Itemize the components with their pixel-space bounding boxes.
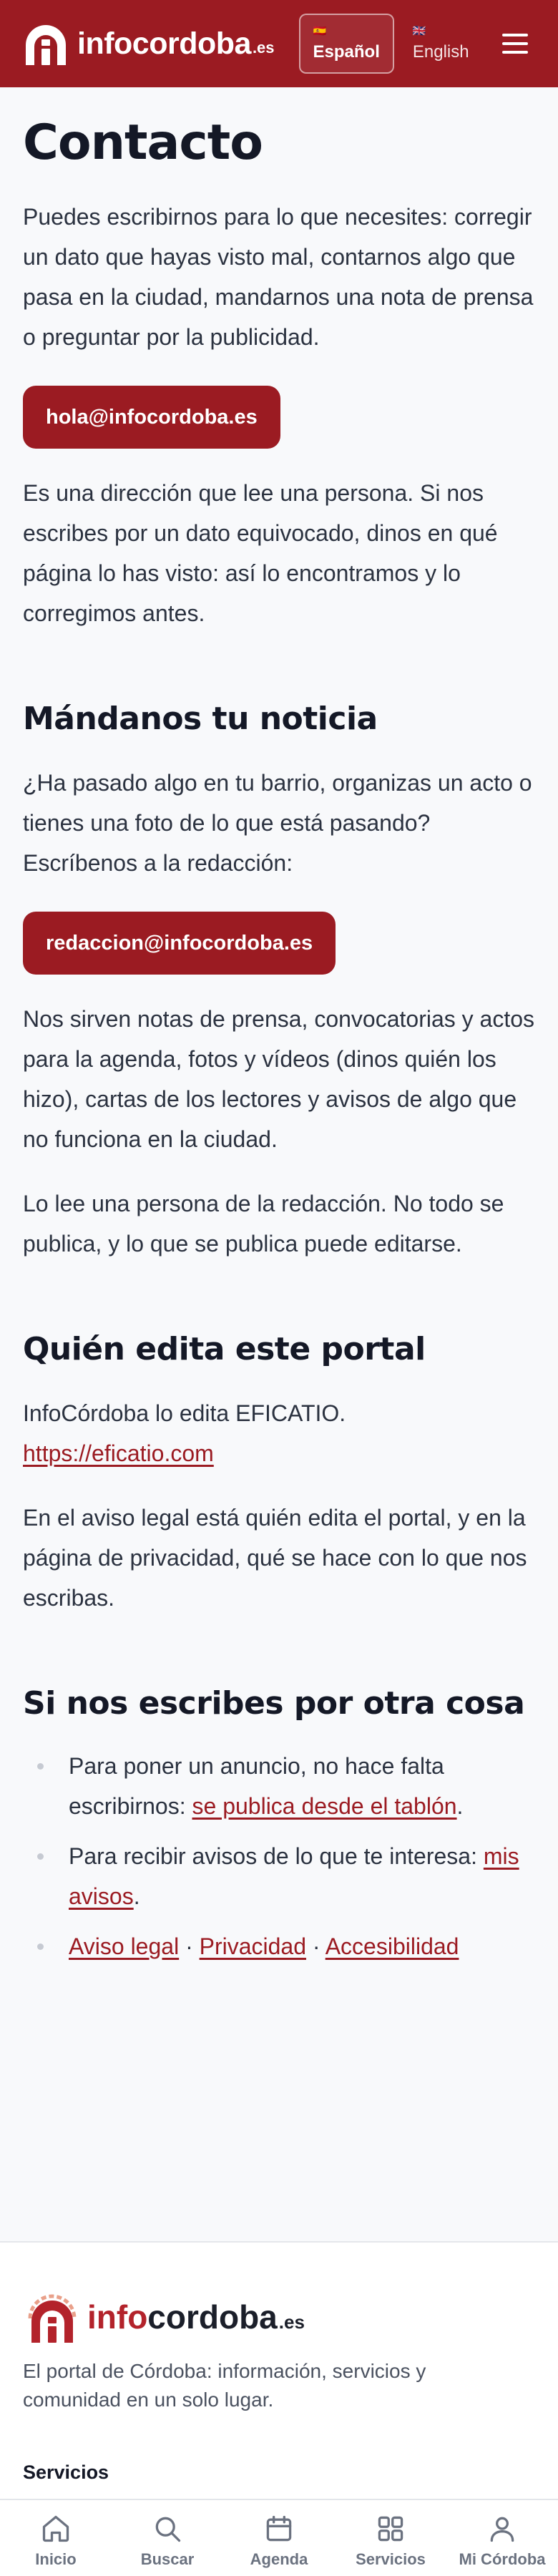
- search-icon: [155, 2517, 181, 2542]
- uk-flag-icon: 🇬🇧: [412, 25, 426, 37]
- site-logo[interactable]: infocordoba .es: [21, 19, 275, 69]
- newsroom-email-button[interactable]: redaccion@infocordoba.es: [23, 912, 336, 975]
- page-title: Contacto: [23, 114, 263, 171]
- alerts-text: Para recibir avisos de lo que te interes…: [69, 1843, 484, 1869]
- news-text: ¿Ha pasado algo en tu barrio, organizas …: [23, 770, 532, 876]
- footer-logo-arch-icon: [28, 2294, 77, 2343]
- home-icon: [42, 2515, 69, 2542]
- grid-icon: [378, 2516, 403, 2542]
- link-separator: ·: [179, 1933, 200, 1959]
- editor-heading: Quién edita este portal: [23, 1331, 426, 1367]
- editor-text: InfoCórdoba lo edita EFICATIO. https://e…: [23, 1393, 535, 1473]
- language-option-es[interactable]: 🇪🇸 Español: [298, 14, 394, 74]
- legal-notice-link[interactable]: Aviso legal: [69, 1933, 179, 1959]
- main-content: Contacto Puedes escribirnos para lo que …: [0, 87, 558, 1976]
- alerts-end-punct: .: [133, 1883, 140, 1909]
- contact-email-button[interactable]: hola@infocordoba.es: [23, 386, 280, 449]
- footer-services-heading: Servicios: [23, 2462, 109, 2483]
- tab-label: Agenda: [250, 2550, 308, 2568]
- hamburger-menu-icon[interactable]: [494, 22, 537, 65]
- user-icon: [490, 2517, 514, 2542]
- tab-servicios[interactable]: Servicios: [335, 2500, 446, 2576]
- link-separator: ·: [306, 1933, 326, 1959]
- tab-inicio[interactable]: Inicio: [0, 2500, 112, 2576]
- tab-label: Mi Córdoba: [459, 2550, 546, 2568]
- intro-text: Puedes escribirnos para lo que necesites…: [23, 204, 534, 350]
- spain-flag-icon: 🇪🇸: [313, 25, 327, 37]
- editor-website-link[interactable]: https://eficatio.com: [23, 1440, 214, 1466]
- editor-name-text: InfoCórdoba lo edita EFICATIO.: [23, 1400, 346, 1426]
- footer-tagline: El portal de Córdoba: información, servi…: [23, 2360, 426, 2411]
- tab-label: Buscar: [140, 2550, 195, 2568]
- language-switcher: 🇪🇸 Español 🇬🇧 English: [298, 14, 482, 74]
- logo-text: infocordoba: [77, 26, 251, 61]
- footer-logo[interactable]: info cordoba .es: [23, 2290, 535, 2344]
- tab-label: Inicio: [35, 2550, 77, 2568]
- news-heading: Mándanos tu noticia: [23, 701, 378, 737]
- legal-info-text: En el aviso legal está quién edita el po…: [23, 1505, 527, 1611]
- language-option-en[interactable]: 🇬🇧 English: [400, 14, 482, 74]
- news-review-note: Lo lee una persona de la redacción. No t…: [23, 1191, 504, 1257]
- other-heading: Si nos escribes por otra cosa: [23, 1685, 525, 1722]
- contact-note: Es una dirección que lee una persona. Si…: [23, 480, 498, 626]
- accessibility-link[interactable]: Accesibilidad: [326, 1933, 459, 1959]
- list-item: Para poner un anuncio, no hace falta esc…: [23, 1746, 535, 1826]
- tab-agenda[interactable]: Agenda: [223, 2500, 335, 2576]
- news-details: Nos sirven notas de prensa, convocatoria…: [23, 1006, 535, 1152]
- tablon-link[interactable]: se publica desde el tablón: [192, 1793, 457, 1819]
- list-item: Aviso legal · Privacidad · Accesibilidad: [23, 1926, 535, 1966]
- other-options-list: Para poner un anuncio, no hace falta esc…: [23, 1746, 535, 1966]
- bottom-tab-bar: Inicio Buscar Agenda Servicios Mi Córdob…: [0, 2499, 558, 2576]
- logo-tld: .es: [252, 39, 275, 57]
- footer-logo-info: info: [87, 2298, 148, 2336]
- language-label-es: Español: [313, 42, 380, 62]
- footer-logo-cordoba: cordoba: [147, 2298, 278, 2336]
- site-footer: info cordoba .es El portal de Córdoba: inf…: [0, 2241, 558, 2499]
- calendar-icon: [266, 2515, 292, 2542]
- tab-label: Servicios: [356, 2550, 426, 2568]
- tab-mi-cordoba[interactable]: Mi Córdoba: [446, 2500, 558, 2576]
- language-label-en: English: [412, 42, 469, 62]
- ad-end-punct: .: [456, 1793, 464, 1819]
- list-item: Para recibir avisos de lo que te interes…: [23, 1836, 535, 1916]
- tab-buscar[interactable]: Buscar: [112, 2500, 223, 2576]
- footer-logo-tld: .es: [278, 2311, 305, 2333]
- logo-arch-icon: [26, 25, 66, 65]
- privacy-link[interactable]: Privacidad: [200, 1933, 306, 1959]
- top-header: infocordoba .es 🇪🇸 Español 🇬🇧 English: [0, 0, 558, 87]
